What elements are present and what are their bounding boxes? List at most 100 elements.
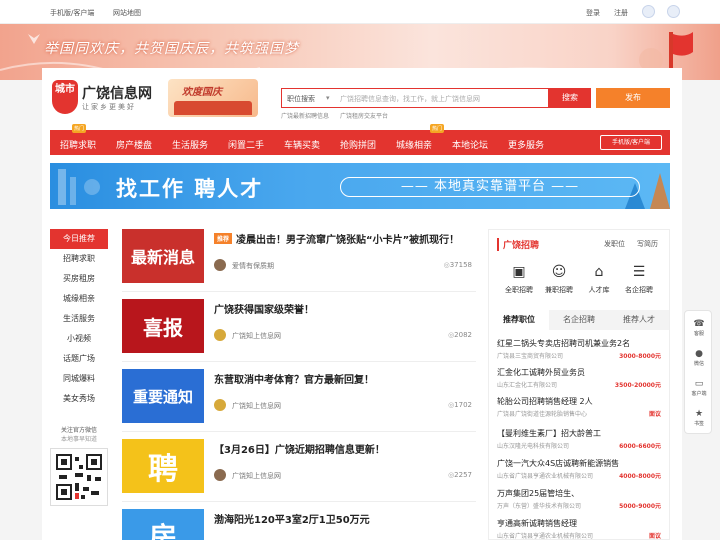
register-link[interactable]: 注册 xyxy=(614,8,628,18)
write-resume-link[interactable]: 写简历 xyxy=(637,239,658,249)
job-title[interactable]: 汇金化工诚聘外贸业务员 xyxy=(497,367,585,378)
job-company: 山东汇金化工有限公司 xyxy=(497,382,558,389)
job-categories: ▣ 全职招聘 ☺ 兼职招聘 ⌂ 人才库 ☰ 名企招聘 xyxy=(489,262,669,302)
wechat-login-icon[interactable] xyxy=(642,5,655,18)
nav-item-secondhand[interactable]: 闲置二手 xyxy=(228,138,264,151)
recommend-tag: 推荐 xyxy=(214,233,233,244)
nav-item-dating[interactable]: 城缘相亲 xyxy=(396,138,432,151)
left-nav-news[interactable]: 同城爆料 xyxy=(50,369,108,389)
feed-item[interactable]: 最新消息 推荐凌晨出击！男子流窜广饶张贴“小卡片”被抓现行！ 爱情有保质期 37… xyxy=(122,227,476,292)
nav-item-cars[interactable]: 车辆买卖 xyxy=(284,138,320,151)
float-label: 书签 xyxy=(693,421,704,427)
cat-parttime[interactable]: ☺ 兼职招聘 xyxy=(537,262,581,295)
left-nav-topics[interactable]: 话题广场 xyxy=(50,349,108,369)
briefcase-icon: ▣ xyxy=(512,264,526,280)
feed-item[interactable]: 聘 【3月26日】广饶近期招聘信息更新！ 广饶知上信息网 2257 xyxy=(122,437,476,502)
left-nav-video[interactable]: 小视频 xyxy=(50,329,108,349)
post-job-link[interactable]: 发职位 xyxy=(604,239,625,249)
avatar xyxy=(214,399,226,411)
nav-item-forum[interactable]: 本地论坛 xyxy=(452,138,488,151)
feed-author[interactable]: 广饶知上信息网 xyxy=(232,401,281,411)
cat-famous-company[interactable]: ☰ 名企招聘 xyxy=(617,262,661,295)
logo-name: 广饶信息网 xyxy=(82,86,152,102)
feed-item[interactable]: 喜报 广饶获得国家级荣誉！ 广饶知上信息网 2082 xyxy=(122,297,476,362)
feed-author[interactable]: 广饶知上信息网 xyxy=(232,471,281,481)
national-day-ad[interactable]: 欢度国庆 xyxy=(168,79,258,117)
qq-login-icon[interactable] xyxy=(667,5,680,18)
hot-search-2[interactable]: 广饶租房交友平台 xyxy=(340,111,388,120)
job-title[interactable]: 万声集团25届管培生、 xyxy=(497,488,579,499)
search-box[interactable]: 职位搜索 ▾ 广饶招聘信息查询，找工作，就上广饶信息网 xyxy=(281,88,549,108)
logo-badge: 城市 xyxy=(52,80,78,114)
hot-search-1[interactable]: 广饶最新招聘信息 xyxy=(281,111,329,120)
left-nav-jobs[interactable]: 招聘求职 xyxy=(50,249,108,269)
job-title[interactable]: 【曼利维生素厂】招大龄普工 xyxy=(497,428,601,439)
site-logo[interactable]: 城市 广饶信息网 让家乡更美好 xyxy=(52,80,162,116)
publish-button[interactable]: 发布 xyxy=(596,88,670,108)
feed-item[interactable]: 重要通知 东营取消中考体育？官方最新回复！ 广饶知上信息网 1702 xyxy=(122,367,476,432)
sitemap-link[interactable]: 网站地图 xyxy=(113,8,141,18)
job-listing[interactable]: 广饶一汽大众4S店诚聘新能源销售 山东省广饶县亨通农业机械有限公司 4000-8… xyxy=(497,458,665,486)
divider xyxy=(122,501,476,502)
logo-subtitle: 让家乡更美好 xyxy=(82,103,136,111)
view-count: 37158 xyxy=(444,261,472,269)
feed-title[interactable]: 广饶获得国家级荣誉！ xyxy=(214,301,314,316)
job-listing[interactable]: 亨通高新诚聘销售经理 山东省广饶县亨通农业机械有限公司 面议 xyxy=(497,518,665,540)
job-listing[interactable]: 【曼利维生素厂】招大龄普工 山东汉隆光电科技有限公司 6000-6600元 xyxy=(497,428,665,456)
search-type-select[interactable]: 职位搜索 xyxy=(287,94,315,104)
wechat-button[interactable]: ● 微信 xyxy=(685,349,713,367)
job-company: 山东省广饶县亨通农业机械有限公司 xyxy=(497,473,594,480)
nav-item-houses[interactable]: 房产楼盘 xyxy=(116,138,152,151)
customer-service-button[interactable]: ☎ 客服 xyxy=(685,319,713,337)
wechat-icon: ● xyxy=(695,349,703,359)
client-button[interactable]: ▭ 客户端 xyxy=(685,379,713,397)
left-nav-beauty[interactable]: 美女秀场 xyxy=(50,389,108,409)
feed-author[interactable]: 爱情有保质期 xyxy=(232,261,274,271)
job-listing[interactable]: 红星二锅头专卖店招聘司机兼业务2名 广饶县三宝商贸有限公司 3000-8000元 xyxy=(497,338,665,366)
feed-item[interactable]: 房 渤海阳光120平3室2厅1卫50万元 xyxy=(122,507,476,540)
nav-item-life[interactable]: 生活服务 xyxy=(172,138,208,151)
job-title[interactable]: 广饶一汽大众4S店诚聘新能源销售 xyxy=(497,458,619,469)
cat-fulltime[interactable]: ▣ 全职招聘 xyxy=(497,262,541,295)
left-nav-housing[interactable]: 买房租房 xyxy=(50,269,108,289)
feed-thumbnail: 重要通知 xyxy=(122,369,204,423)
qr-code-icon xyxy=(56,454,102,500)
feed-title[interactable]: 渤海阳光120平3室2厅1卫50万元 xyxy=(214,511,370,526)
left-nav-life[interactable]: 生活服务 xyxy=(50,309,108,329)
cat-label: 兼职招聘 xyxy=(545,286,573,294)
avatar xyxy=(214,469,226,481)
tab-talent[interactable]: 推荐人才 xyxy=(609,310,669,330)
job-listing[interactable]: 汇金化工诚聘外贸业务员 山东汇金化工有限公司 3500-20000元 xyxy=(497,367,665,395)
left-nav-today[interactable]: 今日推荐 xyxy=(50,229,108,249)
app-download-button[interactable]: 手机版/客户端 xyxy=(600,135,662,150)
feed-title[interactable]: 东营取消中考体育？官方最新回复！ xyxy=(214,371,374,386)
job-listing[interactable]: 万声集团25届管培生、 万声（东营）盛华技术有限公司 5000-9000元 xyxy=(497,488,665,516)
job-listing[interactable]: 轮胎公司招聘销售经理 2人 广饶县广饶街道佳源轮胎销售中心 面议 xyxy=(497,396,665,424)
left-nav-dating[interactable]: 城缘相亲 xyxy=(50,289,108,309)
nav-item-groupbuy[interactable]: 抢购拼团 xyxy=(340,138,376,151)
job-title[interactable]: 红星二锅头专卖店招聘司机兼业务2名 xyxy=(497,338,630,349)
tab-companies[interactable]: 名企招聘 xyxy=(549,310,609,330)
job-title[interactable]: 轮胎公司招聘销售经理 2人 xyxy=(497,396,593,407)
ad-pill: —— 本地真实靠谱平台 —— xyxy=(340,177,640,197)
mobile-link[interactable]: 手机版/客户端 xyxy=(50,8,94,18)
nav-item-jobs[interactable]: 招聘求职 xyxy=(60,138,96,151)
feed-title[interactable]: 推荐 凌晨出击！男子流窜广饶张贴“小卡片”被抓现行！ xyxy=(214,231,459,246)
bookmark-button[interactable]: ★ 书签 xyxy=(685,409,713,427)
feed-author[interactable]: 广饶知上信息网 xyxy=(232,331,281,341)
tab-recommended[interactable]: 推荐职位 xyxy=(489,310,549,330)
cat-label: 人才库 xyxy=(588,286,610,294)
divider xyxy=(122,291,476,292)
search-button[interactable]: 搜索 xyxy=(549,88,591,108)
view-count: 2257 xyxy=(448,471,472,479)
cat-talent[interactable]: ⌂ 人才库 xyxy=(577,262,621,295)
cat-label: 全职招聘 xyxy=(505,286,533,294)
phone-icon: ▭ xyxy=(694,379,704,389)
recruit-ad-banner[interactable]: 找工作 聘人才 —— 本地真实靠谱平台 —— xyxy=(50,163,670,209)
search-input[interactable]: 广饶招聘信息查询，找工作，就上广饶信息网 xyxy=(340,94,480,104)
login-link[interactable]: 登录 xyxy=(586,8,600,18)
jobs-panel: 广饶招聘 发职位 写简历 ▣ 全职招聘 ☺ 兼职招聘 ⌂ 人才库 ☰ 名企招聘 … xyxy=(488,229,670,540)
feed-title[interactable]: 【3月26日】广饶近期招聘信息更新！ xyxy=(214,441,385,456)
nav-item-more[interactable]: 更多服务 xyxy=(508,138,544,151)
job-title[interactable]: 亨通高新诚聘销售经理 xyxy=(497,518,577,529)
